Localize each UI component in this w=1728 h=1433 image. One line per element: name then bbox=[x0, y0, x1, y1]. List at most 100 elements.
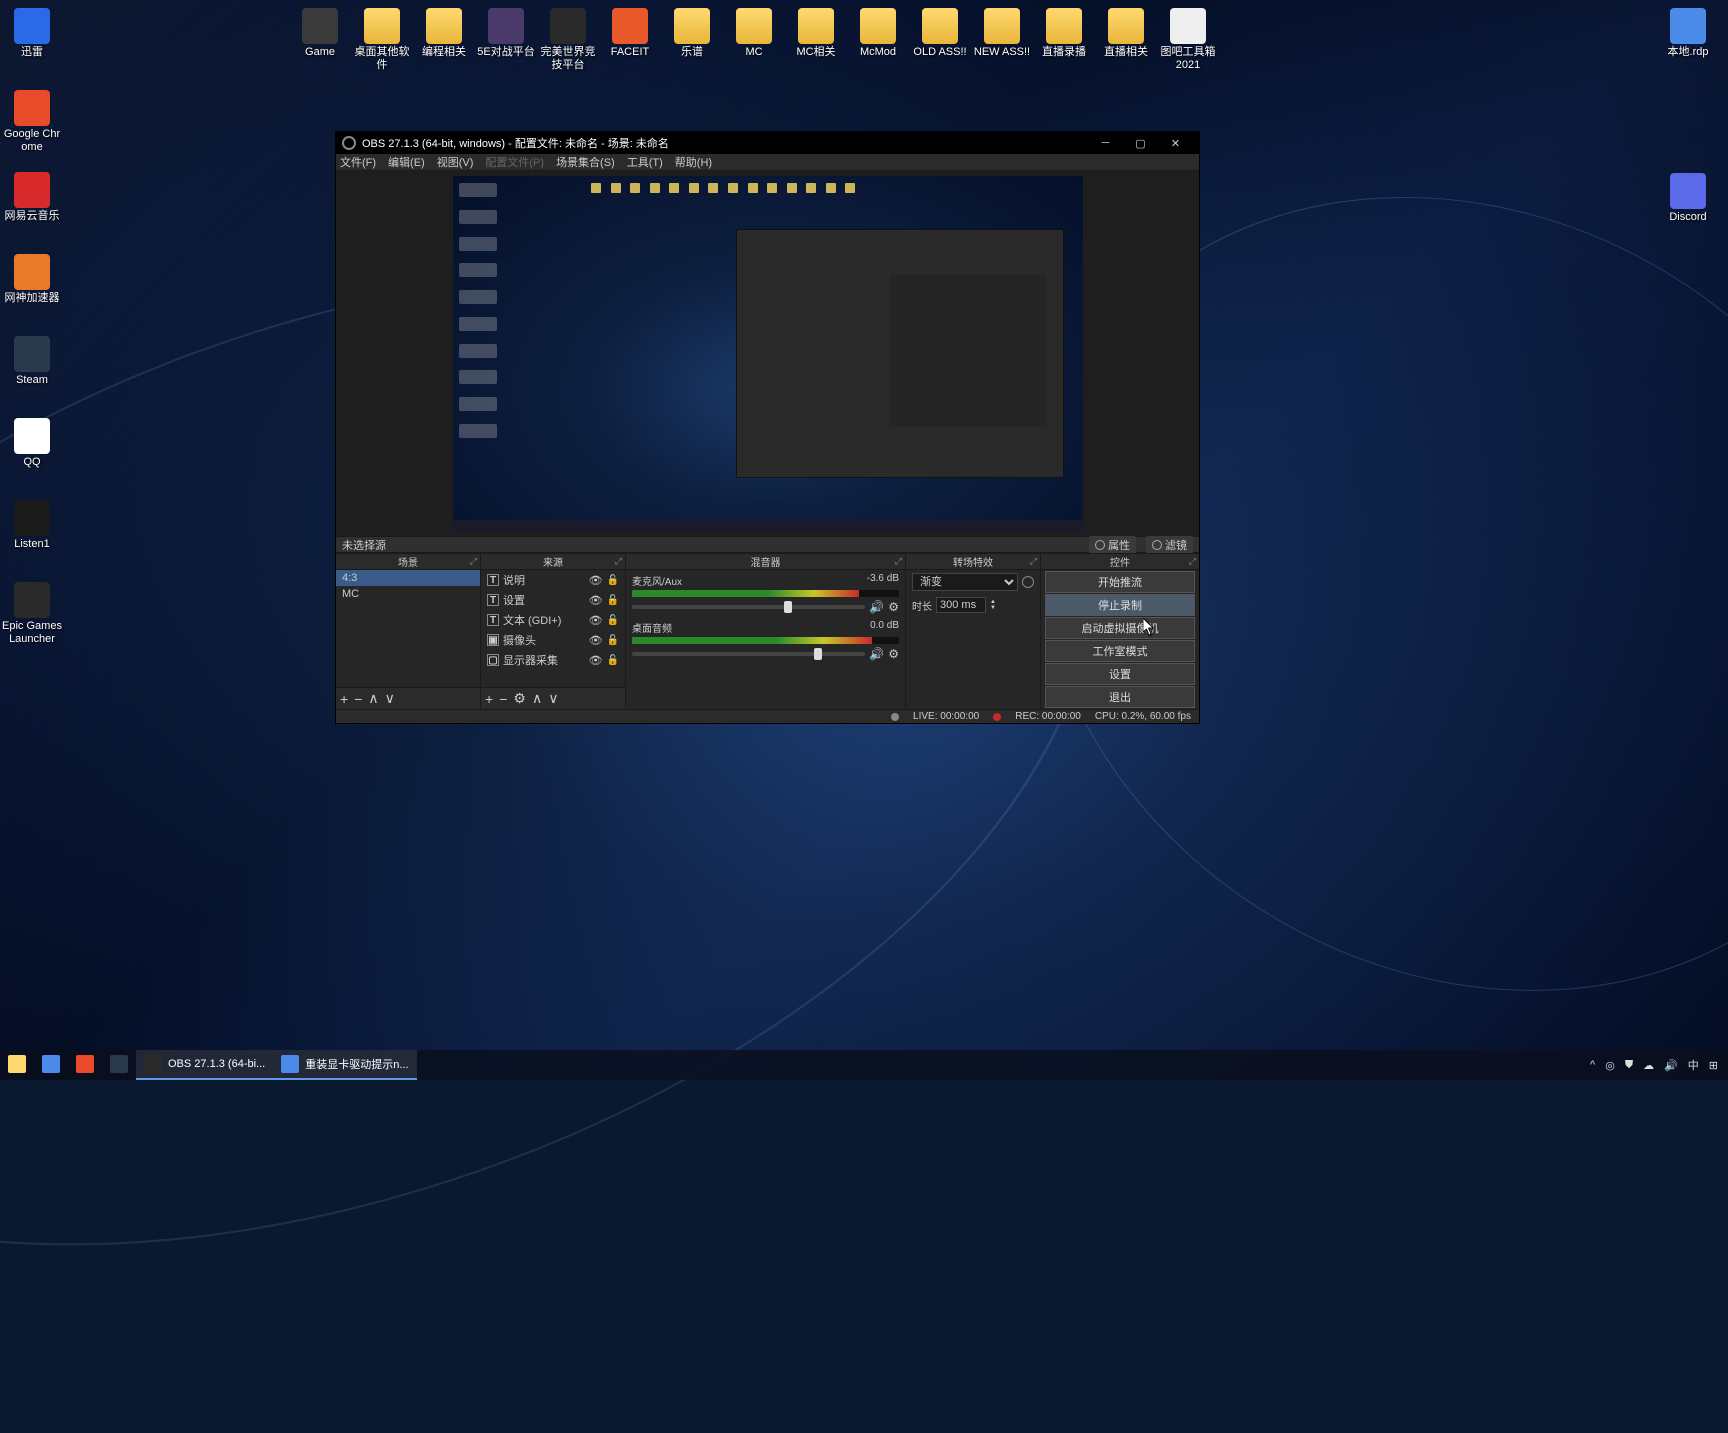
visibility-icon[interactable]: 👁 bbox=[589, 574, 603, 587]
scene-item[interactable]: 4:3 bbox=[336, 570, 480, 586]
speaker-icon[interactable]: 🔊 bbox=[869, 600, 884, 614]
desktop-icon[interactable]: 直播录播 bbox=[1034, 8, 1094, 59]
desktop-icon[interactable]: OLD ASS!! bbox=[910, 8, 970, 59]
source-item[interactable]: ▢显示器采集👁🔓 bbox=[481, 650, 625, 670]
transition-select[interactable]: 渐变 bbox=[912, 573, 1018, 591]
control-button[interactable]: 设置 bbox=[1045, 663, 1195, 685]
visibility-icon[interactable]: 👁 bbox=[589, 594, 603, 607]
remove-source-button[interactable]: − bbox=[499, 691, 507, 707]
menu-item[interactable]: 配置文件(P) bbox=[485, 154, 544, 170]
control-button[interactable]: 启动虚拟摄像机 bbox=[1045, 617, 1195, 639]
menu-item[interactable]: 帮助(H) bbox=[675, 154, 712, 170]
tray-icon[interactable]: ☁ bbox=[1643, 1059, 1654, 1072]
remove-scene-button[interactable]: − bbox=[354, 691, 362, 707]
minimize-button[interactable]: ─ bbox=[1088, 132, 1123, 154]
channel-settings-icon[interactable]: ⚙ bbox=[888, 600, 899, 614]
desktop-icon[interactable]: 迅雷 bbox=[2, 8, 62, 59]
scene-up-button[interactable]: ∧ bbox=[368, 690, 378, 707]
desktop-icon[interactable]: 桌面其他软件 bbox=[352, 8, 412, 72]
taskbar-item[interactable]: OBS 27.1.3 (64-bi... bbox=[136, 1050, 273, 1080]
desktop-icon[interactable]: McMod bbox=[848, 8, 908, 59]
desktop-icon[interactable]: QQ bbox=[2, 418, 62, 469]
desktop-icon[interactable]: Listen1 bbox=[2, 500, 62, 551]
desktop-icon[interactable]: 网易云音乐 bbox=[2, 172, 62, 223]
tray-icon[interactable]: 🔊 bbox=[1664, 1059, 1678, 1072]
source-item[interactable]: T设置👁🔓 bbox=[481, 590, 625, 610]
properties-button[interactable]: 属性 bbox=[1089, 536, 1136, 554]
popout-icon[interactable]: ⤢ bbox=[1189, 556, 1196, 567]
menu-item[interactable]: 视图(V) bbox=[437, 154, 474, 170]
source-down-button[interactable]: ∨ bbox=[548, 690, 558, 707]
popout-icon[interactable]: ⤢ bbox=[1030, 556, 1037, 567]
source-item[interactable]: T说明👁🔓 bbox=[481, 570, 625, 590]
visibility-icon[interactable]: 👁 bbox=[589, 614, 603, 627]
duration-down[interactable]: ▼ bbox=[990, 605, 996, 611]
lock-icon[interactable]: 🔓 bbox=[607, 635, 619, 646]
tray-icon[interactable]: 中 bbox=[1688, 1057, 1699, 1073]
menu-item[interactable]: 文件(F) bbox=[340, 154, 376, 170]
taskbar-item[interactable] bbox=[34, 1050, 68, 1080]
lock-icon[interactable]: 🔓 bbox=[607, 595, 619, 606]
source-item[interactable]: T文本 (GDI+)👁🔓 bbox=[481, 610, 625, 630]
lock-icon[interactable]: 🔓 bbox=[607, 575, 619, 586]
menu-item[interactable]: 编辑(E) bbox=[388, 154, 425, 170]
control-button[interactable]: 开始推流 bbox=[1045, 571, 1195, 593]
popout-icon[interactable]: ⤢ bbox=[470, 556, 477, 567]
popout-icon[interactable]: ⤢ bbox=[615, 556, 622, 567]
duration-input[interactable] bbox=[936, 597, 986, 613]
source-settings-button[interactable]: ⚙ bbox=[513, 690, 526, 707]
add-scene-button[interactable]: + bbox=[340, 691, 348, 707]
desktop-icon[interactable]: Steam bbox=[2, 336, 62, 387]
desktop-icon[interactable]: 完美世界竞技平台 bbox=[538, 8, 598, 72]
taskbar[interactable]: OBS 27.1.3 (64-bi...重装显卡驱动提示n... ^ ◎ ⛊ ☁ 🔊 中 ⊞ bbox=[0, 1050, 1728, 1080]
desktop-icon[interactable]: Epic Games Launcher bbox=[2, 582, 62, 646]
transition-settings-button[interactable] bbox=[1022, 576, 1034, 588]
lock-icon[interactable]: 🔓 bbox=[607, 655, 619, 666]
add-source-button[interactable]: + bbox=[485, 691, 493, 707]
filters-button[interactable]: 滤镜 bbox=[1146, 536, 1193, 554]
control-button[interactable]: 停止录制 bbox=[1045, 594, 1195, 616]
taskbar-item[interactable] bbox=[102, 1050, 136, 1080]
source-up-button[interactable]: ∧ bbox=[532, 690, 542, 707]
taskbar-item[interactable] bbox=[0, 1050, 34, 1080]
channel-settings-icon[interactable]: ⚙ bbox=[888, 647, 899, 661]
tray-icon[interactable]: ⛊ bbox=[1625, 1059, 1633, 1072]
tray-icon[interactable]: ⊞ bbox=[1709, 1059, 1718, 1072]
popout-icon[interactable]: ⤢ bbox=[895, 556, 902, 567]
desktop-icon[interactable]: 本地.rdp bbox=[1658, 8, 1718, 59]
titlebar[interactable]: OBS 27.1.3 (64-bit, windows) - 配置文件: 未命名… bbox=[336, 132, 1199, 154]
desktop-icon[interactable]: Game bbox=[290, 8, 350, 59]
desktop-icon[interactable]: MC相关 bbox=[786, 8, 846, 59]
volume-slider[interactable] bbox=[632, 605, 865, 609]
close-button[interactable]: ✕ bbox=[1158, 132, 1193, 154]
desktop-icon[interactable]: FACEIT bbox=[600, 8, 660, 59]
control-button[interactable]: 工作室模式 bbox=[1045, 640, 1195, 662]
maximize-button[interactable]: ▢ bbox=[1123, 132, 1158, 154]
desktop-icon[interactable]: 5E对战平台 bbox=[476, 8, 536, 59]
visibility-icon[interactable]: 👁 bbox=[589, 654, 603, 667]
source-item[interactable]: ▣摄像头👁🔓 bbox=[481, 630, 625, 650]
desktop-icon[interactable]: 乐谱 bbox=[662, 8, 722, 59]
preview-area[interactable] bbox=[336, 171, 1199, 536]
desktop-icon[interactable]: MC bbox=[724, 8, 784, 59]
tray-icon[interactable]: ^ bbox=[1590, 1059, 1595, 1071]
scene-down-button[interactable]: ∨ bbox=[385, 690, 395, 707]
desktop-icon[interactable]: 编程相关 bbox=[414, 8, 474, 59]
desktop-icon[interactable]: 直播相关 bbox=[1096, 8, 1156, 59]
menu-item[interactable]: 工具(T) bbox=[627, 154, 663, 170]
taskbar-item[interactable] bbox=[68, 1050, 102, 1080]
menu-item[interactable]: 场景集合(S) bbox=[556, 154, 615, 170]
desktop-icon[interactable]: 图吧工具箱2021 bbox=[1158, 8, 1218, 72]
lock-icon[interactable]: 🔓 bbox=[607, 615, 619, 626]
desktop-icon[interactable]: NEW ASS!! bbox=[972, 8, 1032, 59]
volume-slider[interactable] bbox=[632, 652, 865, 656]
control-button[interactable]: 退出 bbox=[1045, 686, 1195, 708]
desktop-icon[interactable]: Google Chrome bbox=[2, 90, 62, 154]
desktop-icon[interactable]: 网神加速器 bbox=[2, 254, 62, 305]
visibility-icon[interactable]: 👁 bbox=[589, 634, 603, 647]
taskbar-item[interactable]: 重装显卡驱动提示n... bbox=[273, 1050, 416, 1080]
desktop-icon[interactable]: Discord bbox=[1658, 173, 1718, 224]
scene-item[interactable]: MC bbox=[336, 586, 480, 602]
speaker-icon[interactable]: 🔊 bbox=[869, 647, 884, 661]
tray-icon[interactable]: ◎ bbox=[1605, 1059, 1615, 1072]
